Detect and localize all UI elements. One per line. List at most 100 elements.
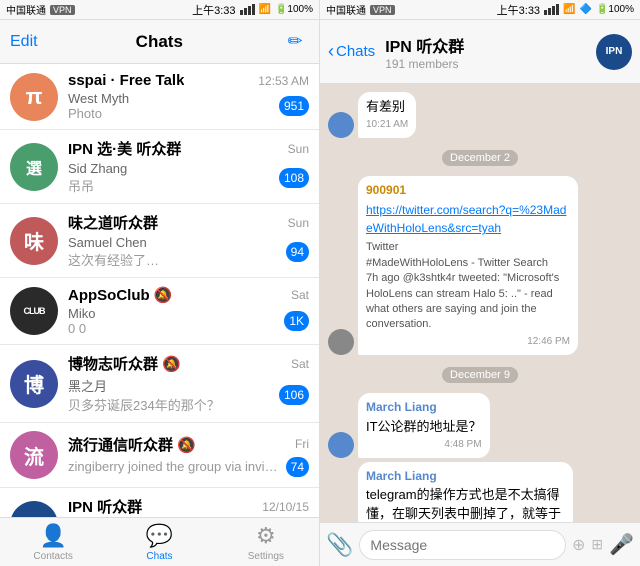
chat-item-2[interactable]: 選 IPN 选·美 听众群 Sun Sid Zhang 吊吊 108	[0, 130, 319, 204]
avatar-ipn: IPN	[10, 501, 58, 518]
badge-5: 106	[279, 385, 309, 405]
chat-item-1[interactable]: π sspai · Free Talk 12:53 AM West Myth P…	[0, 64, 319, 130]
vpn-right: VPN	[370, 5, 395, 15]
chat-nav-subtitle: 191 members	[385, 57, 458, 71]
time-right: 上午3:33	[497, 2, 540, 18]
compose-button[interactable]: ✏	[281, 28, 309, 56]
chat-sub-4: 0 0	[68, 321, 95, 336]
bubble-1: 有差别 10:21 AM	[358, 92, 416, 138]
back-label: Chats	[336, 43, 375, 60]
mic-button[interactable]: 🎤	[609, 532, 634, 557]
chat-nav-avatar-text: IPN	[606, 46, 623, 57]
messages-area: 有差别 10:21 AM December 2 900901 https://t…	[320, 84, 640, 522]
chat-info-4: AppSoClub 🔕 Sat Miko 0 0 1K	[68, 286, 309, 336]
bubble-4: March Liang telegram的操作方式也是不太搞得懂，在聊天列表中删…	[358, 462, 573, 522]
chat-info-6: 流行通信听众群 🔕 Fri zingiberry joined the grou…	[68, 434, 309, 477]
chat-nav-avatar[interactable]: IPN	[596, 34, 632, 70]
bubble-time-2: 12:46 PM	[366, 335, 570, 349]
tab-bar: 👤 Contacts 💬 Chats ⚙ Settings	[0, 517, 319, 566]
tab-contacts[interactable]: 👤 Contacts	[0, 523, 106, 562]
chat-from-2: Sid Zhang	[68, 161, 127, 176]
wifi-left: 📶	[259, 4, 271, 15]
bubble-link-2[interactable]: https://twitter.com/search?q=%23MadeWith…	[366, 201, 570, 237]
chat-info-2: IPN 选·美 听众群 Sun Sid Zhang 吊吊 108	[68, 138, 309, 195]
battery-right: 🔋100%	[596, 4, 634, 15]
message-input[interactable]	[359, 530, 566, 560]
chat-name-5: 博物志听众群 🔕	[68, 353, 181, 374]
contacts-icon: 👤	[39, 523, 66, 549]
chat-time-6: Fri	[295, 437, 309, 451]
bubble-3: March Liang IT公论群的地址是？ 4:48 PM	[358, 393, 490, 458]
chat-sub-wrap-5: 黑之月 贝多芬诞辰234年的那个？	[68, 376, 220, 414]
bluetooth-right: 🔷	[580, 4, 592, 15]
chat-item-4[interactable]: CLUB AppSoClub 🔕 Sat Miko 0 0 1K	[0, 278, 319, 345]
bubble-time-3: 4:48 PM	[366, 438, 482, 452]
chat-sub-wrap-4: Miko 0 0	[68, 306, 95, 336]
bubble-text-3: IT公论群的地址是？	[366, 418, 482, 436]
chat-nav-title: IPN 听众群	[385, 33, 464, 57]
badge-6: 74	[286, 457, 309, 477]
date-divider-1: December 2	[328, 148, 632, 166]
chat-info-7: IPN 听众群 12/10/15 Nick 并不是	[68, 496, 309, 517]
msg-row-3: March Liang IT公论群的地址是？ 4:48 PM	[328, 393, 632, 458]
status-bar: 中国联通 VPN 上午3:33 📶 🔋100% 中国联通 VPN 上午3:33 …	[0, 0, 640, 20]
attach-button[interactable]: 📎	[326, 532, 353, 558]
battery-left: 🔋100%	[275, 4, 313, 15]
avatar-wei: 味	[10, 217, 58, 265]
message-input-bar: 📎 ⊕ ⊞ 🎤	[320, 522, 640, 566]
left-panel: Edit Chats ✏ π sspai · Free Talk 12:53 A…	[0, 20, 320, 566]
status-bar-left: 中国联通 VPN 上午3:33 📶 🔋100%	[0, 0, 320, 19]
chat-nav-info: IPN 听众群 191 members	[385, 33, 590, 71]
tab-chats[interactable]: 💬 Chats	[106, 523, 212, 562]
chats-icon: 💬	[146, 523, 173, 549]
date-label-1: December 2	[442, 150, 518, 166]
edit-button[interactable]: Edit	[10, 33, 38, 51]
tab-chats-label: Chats	[146, 551, 172, 562]
signal-left	[240, 4, 255, 15]
tab-contacts-label: Contacts	[33, 551, 72, 562]
msg-avatar-1	[328, 112, 354, 138]
chat-sub-5: 贝多芬诞辰234年的那个？	[68, 395, 220, 414]
expand-button[interactable]: ⊞	[591, 536, 603, 553]
badge-2: 108	[279, 168, 309, 188]
chat-sub-wrap-3: Samuel Chen 这次有经验了…	[68, 235, 159, 269]
back-button[interactable]: ‹ Chats	[328, 41, 375, 62]
tab-settings[interactable]: ⚙ Settings	[213, 523, 319, 562]
msg-avatar-3	[328, 432, 354, 458]
chat-name-7: IPN 听众群	[68, 496, 142, 517]
chat-item-7[interactable]: IPN IPN 听众群 12/10/15 Nick 并不是	[0, 488, 319, 517]
bubble-sender-4: March Liang	[366, 468, 565, 485]
status-bar-right: 中国联通 VPN 上午3:33 📶 🔷 🔋100%	[320, 0, 640, 19]
bubble-sender-2: 900901	[366, 182, 570, 199]
chat-name-2: IPN 选·美 听众群	[68, 138, 181, 159]
chat-name-1: sspai · Free Talk	[68, 72, 184, 89]
chat-nav-bar: ‹ Chats IPN 听众群 191 members IPN	[320, 20, 640, 84]
chat-sub-2: 吊吊	[68, 176, 127, 195]
bubble-time-1: 10:21 AM	[366, 118, 408, 132]
chat-sub-wrap-1: West Myth Photo	[68, 91, 129, 121]
chat-sub-1: Photo	[68, 106, 129, 121]
avatar-liu: 流	[10, 431, 58, 479]
date-label-2: December 9	[442, 367, 518, 383]
avatar-sspai: π	[10, 73, 58, 121]
right-panel: ‹ Chats IPN 听众群 191 members IPN 有差别 10:2…	[320, 20, 640, 566]
chat-item-6[interactable]: 流 流行通信听众群 🔕 Fri zingiberry joined the gr…	[0, 423, 319, 488]
vpn-left: VPN	[50, 5, 75, 15]
chat-info-5: 博物志听众群 🔕 Sat 黑之月 贝多芬诞辰234年的那个？ 106	[68, 353, 309, 414]
chat-item-3[interactable]: 味 味之道听众群 Sun Samuel Chen 这次有经验了… 94	[0, 204, 319, 278]
msg-row-2: 900901 https://twitter.com/search?q=%23M…	[328, 176, 632, 355]
chat-name-4: AppSoClub 🔕	[68, 286, 173, 304]
badge-1: 951	[279, 96, 309, 116]
chat-sub-wrap-2: Sid Zhang 吊吊	[68, 161, 127, 195]
chat-time-4: Sat	[291, 288, 309, 302]
chat-name-3: 味之道听众群	[68, 212, 158, 233]
chats-nav-bar: Edit Chats ✏	[0, 20, 319, 64]
date-divider-2: December 9	[328, 365, 632, 383]
badge-4: 1K	[284, 311, 309, 331]
chat-time-5: Sat	[291, 357, 309, 371]
chat-item-5[interactable]: 博 博物志听众群 🔕 Sat 黑之月 贝多芬诞辰234年的那个？ 106	[0, 345, 319, 423]
bubble-2: 900901 https://twitter.com/search?q=%23M…	[358, 176, 578, 355]
chat-time-3: Sun	[288, 216, 309, 230]
msg-row-1: 有差别 10:21 AM	[328, 92, 632, 138]
emoji-button[interactable]: ⊕	[572, 535, 585, 555]
